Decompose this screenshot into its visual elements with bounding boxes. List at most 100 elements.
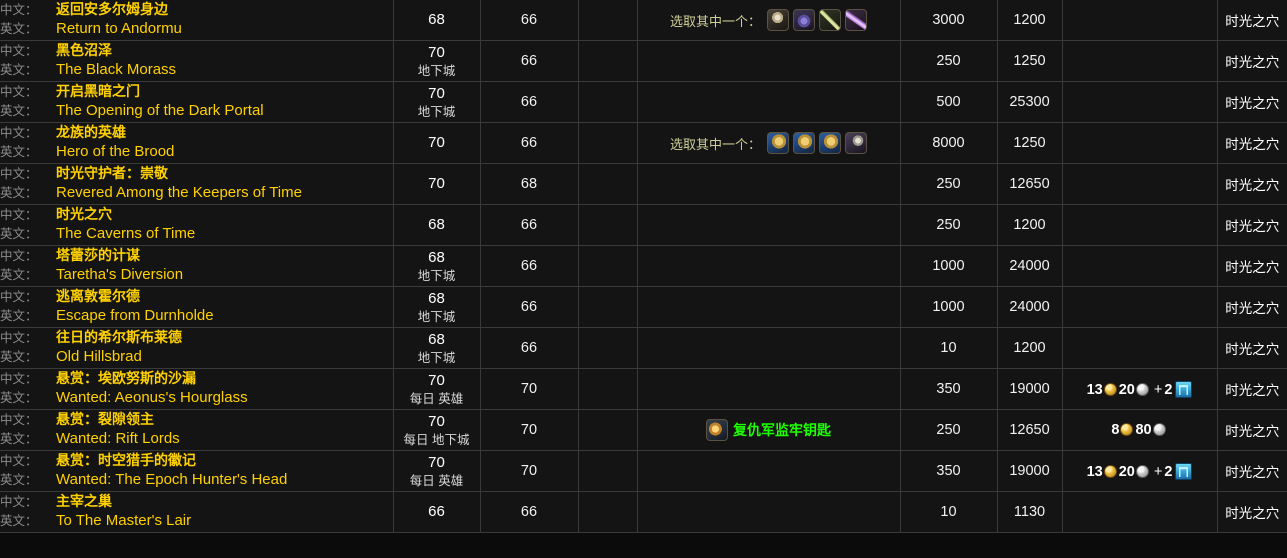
zh-label: 中文： [0, 167, 38, 181]
mace-item-icon[interactable] [767, 9, 789, 31]
zone-link[interactable]: 时光之穴 [1225, 506, 1279, 521]
table-row[interactable]: 中文： 悬赏：埃欧努斯的沙漏 英文： Wanted: Aeonus's Hourgla… [0, 368, 1287, 410]
quest-title-zh[interactable]: 悬赏：裂隙领主 [56, 410, 154, 429]
quest-title-zh[interactable]: 悬赏：埃欧努斯的沙漏 [56, 369, 196, 388]
quest-level-tag: 每日 英雄 [409, 474, 464, 489]
rewards-cell [637, 327, 901, 369]
quest-title-zh[interactable]: 时光之穴 [56, 205, 112, 224]
reward-item-name[interactable]: 复仇军监牢钥匙 [733, 420, 831, 440]
table-row[interactable]: 中文： 主宰之巢 英文： To The Master's Lair 66 66 10 1130… [0, 491, 1287, 533]
zh-label: 中文： [0, 85, 38, 99]
quest-title-zh[interactable]: 返回安多尔姆身边 [56, 0, 168, 19]
zone-cell[interactable]: 时光之穴 [1217, 0, 1287, 41]
table-row[interactable]: 中文： 开启黑暗之门 英文： The Opening of the Dark Port… [0, 81, 1287, 123]
zone-link[interactable]: 时光之穴 [1225, 342, 1279, 357]
quest-title-en[interactable]: Wanted: The Epoch Hunter's Head [56, 470, 287, 491]
zone-cell[interactable]: 时光之穴 [1217, 327, 1287, 369]
quest-title-zh[interactable]: 塔蕾莎的计谋 [56, 246, 140, 265]
zone-link[interactable]: 时光之穴 [1225, 424, 1279, 439]
zone-link[interactable]: 时光之穴 [1225, 96, 1279, 111]
quest-title-zh[interactable]: 龙族的英雄 [56, 123, 126, 142]
table-row[interactable]: 中文： 逃离敦霍尔德 英文： Escape from Durnholde 68 地下城 66… [0, 286, 1287, 328]
quest-title-zh[interactable]: 往日的希尔斯布莱德 [56, 328, 182, 347]
quest-title-en[interactable]: To The Master's Lair [56, 511, 191, 532]
zone-cell[interactable]: 时光之穴 [1217, 286, 1287, 328]
zh-label: 中文： [0, 3, 38, 17]
quest-title-en[interactable]: Old Hillsbrad [56, 347, 142, 368]
quest-title-en[interactable]: Revered Among the Keepers of Time [56, 183, 302, 204]
zone-link[interactable]: 时光之穴 [1225, 465, 1279, 480]
quest-level: 70 [428, 134, 445, 152]
quest-title-en[interactable]: Wanted: Aeonus's Hourglass [56, 388, 248, 409]
quest-title-en[interactable]: Wanted: Rift Lords [56, 429, 180, 450]
zone-cell[interactable]: 时光之穴 [1217, 409, 1287, 451]
zone-cell[interactable]: 时光之穴 [1217, 491, 1287, 533]
required-level-cell: 66 [480, 122, 579, 164]
quest-name-en-line: 英文： Wanted: The Epoch Hunter's Head [0, 470, 393, 491]
zone-link[interactable]: 时光之穴 [1225, 178, 1279, 193]
zone-link[interactable]: 时光之穴 [1225, 137, 1279, 152]
zone-cell[interactable]: 时光之穴 [1217, 245, 1287, 287]
table-row[interactable]: 中文： 悬赏：时空猎手的徽记 英文： Wanted: The Epoch Hunter… [0, 450, 1287, 492]
quest-title-zh[interactable]: 黑色沼泽 [56, 41, 112, 60]
quest-title-en[interactable]: Taretha's Diversion [56, 265, 183, 286]
zone-link[interactable]: 时光之穴 [1225, 383, 1279, 398]
experience-cell: 1200 [997, 0, 1063, 41]
quest-title-en[interactable]: The Opening of the Dark Portal [56, 101, 264, 122]
zone-link[interactable]: 时光之穴 [1225, 301, 1279, 316]
quest-title-zh[interactable]: 开启黑暗之门 [56, 82, 140, 101]
zone-cell[interactable]: 时光之穴 [1217, 40, 1287, 82]
quest-level: 70 [428, 43, 445, 61]
table-row[interactable]: 中文： 时光之穴 英文： The Caverns of Time 68 66 250 1200… [0, 204, 1287, 246]
gem-item-icon[interactable] [793, 9, 815, 31]
shoulder-item-icon[interactable] [767, 132, 789, 154]
zone-link[interactable]: 时光之穴 [1225, 260, 1279, 275]
zone-cell[interactable]: 时光之穴 [1217, 122, 1287, 164]
reputation-value: 250 [936, 421, 961, 438]
item-reward-group[interactable]: 复仇军监牢钥匙 [638, 419, 900, 441]
quest-title-zh[interactable]: 主宰之巢 [56, 492, 112, 511]
experience-value: 19000 [1009, 380, 1050, 397]
experience-cell: 1250 [997, 40, 1063, 82]
quest-title-zh[interactable]: 时光守护者：崇敬 [56, 164, 168, 183]
rewards-cell [637, 491, 901, 533]
key-item-icon[interactable] [706, 419, 728, 441]
required-level-cell: 66 [480, 204, 579, 246]
shoulder-item-icon[interactable] [793, 132, 815, 154]
table-row[interactable]: 中文： 黑色沼泽 英文： The Black Morass 70 地下城 66 250 1250… [0, 40, 1287, 82]
en-label: 英文： [0, 22, 38, 37]
reputation-cell: 10 [900, 327, 998, 369]
badge-token-icon[interactable] [1175, 462, 1193, 480]
quest-title-en[interactable]: The Black Morass [56, 60, 176, 81]
zone-link[interactable]: 时光之穴 [1225, 55, 1279, 70]
zone-cell[interactable]: 时光之穴 [1217, 204, 1287, 246]
faction-cell [578, 81, 638, 123]
quest-title-zh[interactable]: 逃离敦霍尔德 [56, 287, 140, 306]
table-row[interactable]: 中文： 塔蕾莎的计谋 英文： Taretha's Diversion 68 地下城 66 10… [0, 245, 1287, 287]
zh-label: 中文： [0, 290, 38, 304]
reputation-value: 1000 [932, 257, 965, 274]
bow-item-icon[interactable] [819, 9, 841, 31]
rewards-cell [637, 81, 901, 123]
zone-cell[interactable]: 时光之穴 [1217, 81, 1287, 123]
zone-link[interactable]: 时光之穴 [1225, 14, 1279, 29]
zone-cell[interactable]: 时光之穴 [1217, 163, 1287, 205]
dagger-item-icon[interactable] [845, 9, 867, 31]
shoulder-item-icon[interactable] [819, 132, 841, 154]
quest-title-en[interactable]: The Caverns of Time [56, 224, 195, 245]
table-row[interactable]: 中文： 悬赏：裂隙领主 英文： Wanted: Rift Lords 70 每日 地下城 7… [0, 409, 1287, 451]
table-row[interactable]: 中文： 时光守护者：崇敬 英文： Revered Among the Keepers … [0, 163, 1287, 205]
silver-amount: 20 [1118, 381, 1135, 398]
table-row[interactable]: 中文： 返回安多尔姆身边 英文： Return to Andormu 68 66 选取其中一… [0, 0, 1287, 41]
zone-cell[interactable]: 时光之穴 [1217, 450, 1287, 492]
zone-cell[interactable]: 时光之穴 [1217, 368, 1287, 410]
cloak-item-icon[interactable] [845, 132, 867, 154]
table-row[interactable]: 中文： 龙族的英雄 英文： Hero of the Brood 70 66 选取其中一个： 8… [0, 122, 1287, 164]
quest-title-zh[interactable]: 悬赏：时空猎手的徽记 [56, 451, 196, 470]
quest-title-en[interactable]: Hero of the Brood [56, 142, 174, 163]
zone-link[interactable]: 时光之穴 [1225, 219, 1279, 234]
badge-token-icon[interactable] [1175, 380, 1193, 398]
quest-title-en[interactable]: Return to Andormu [56, 19, 182, 40]
table-row[interactable]: 中文： 往日的希尔斯布莱德 英文： Old Hillsbrad 68 地下城 66 10 120… [0, 327, 1287, 369]
quest-title-en[interactable]: Escape from Durnholde [56, 306, 214, 327]
